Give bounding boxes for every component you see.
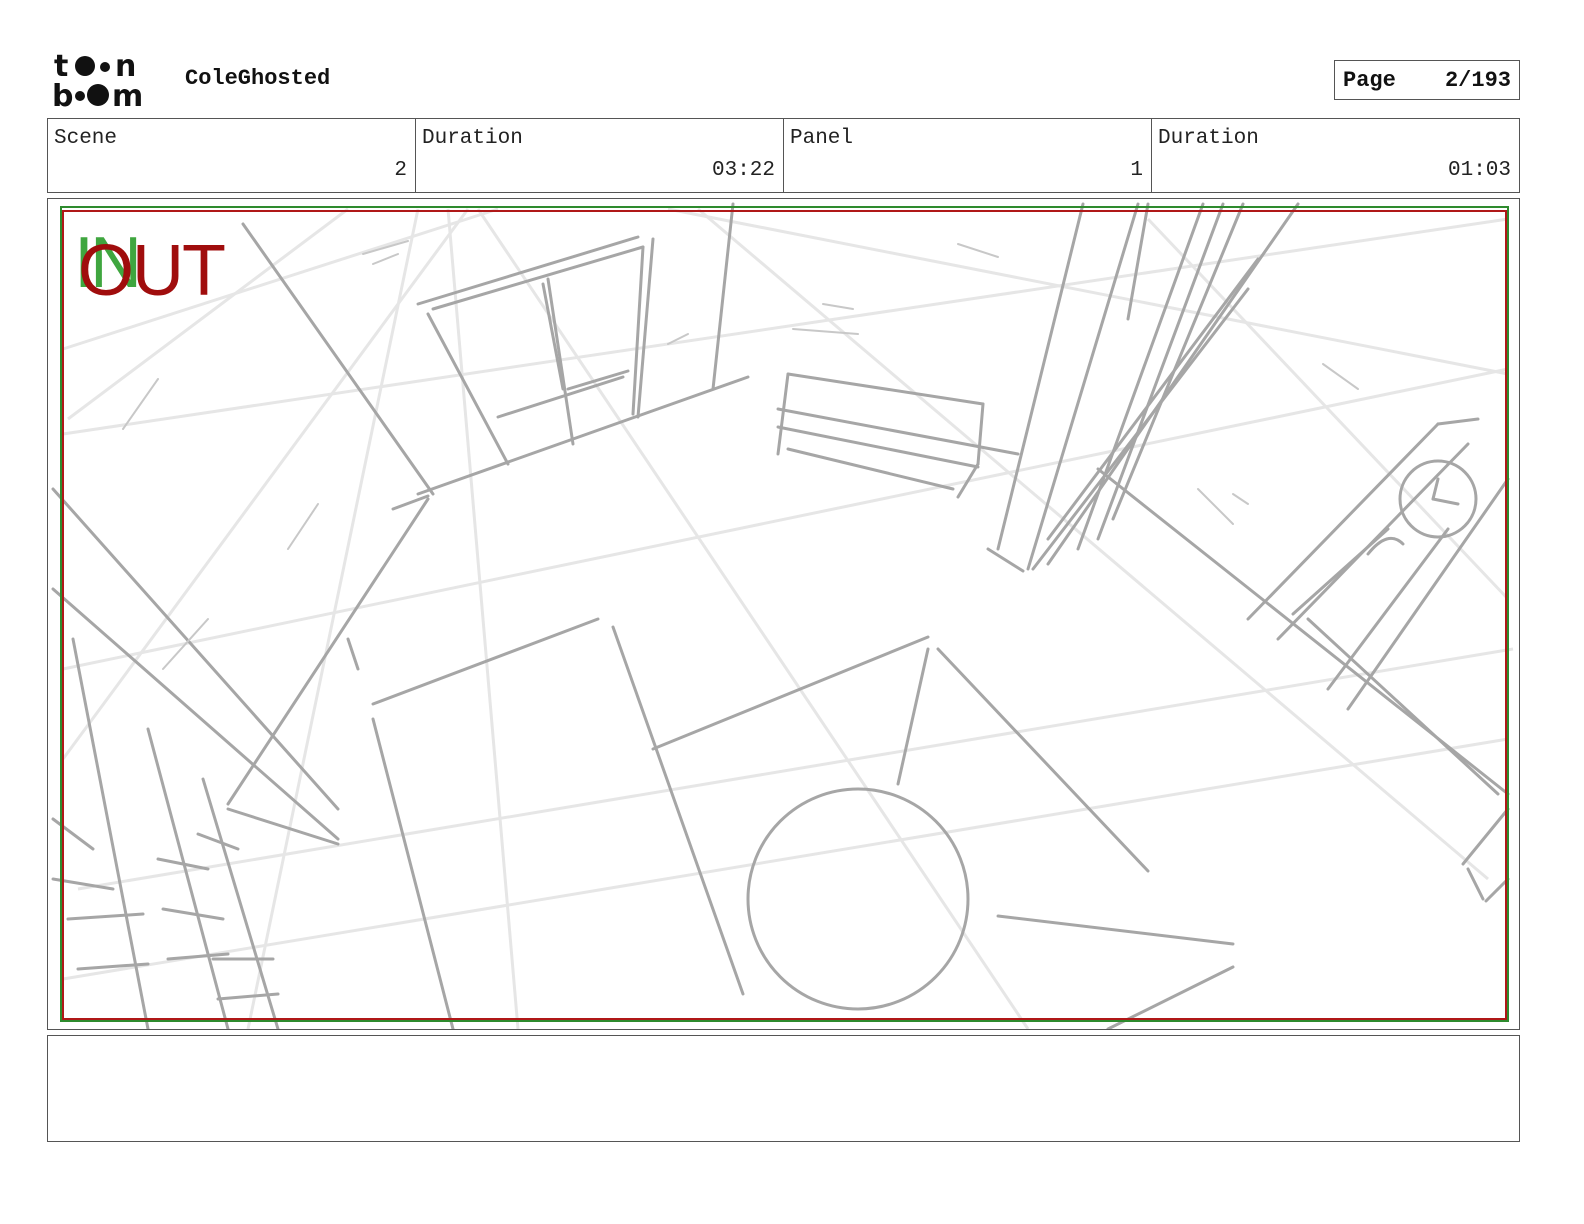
svg-text:m: m xyxy=(112,79,143,110)
panel-duration-cell: Duration 01:03 xyxy=(1152,119,1519,192)
toon-boom-logo: t n b m xyxy=(50,49,162,114)
scene-cell: Scene 2 xyxy=(48,119,416,192)
project-title: ColeGhosted xyxy=(185,66,331,91)
panel-sketch xyxy=(51,202,1514,1029)
scene-value: 2 xyxy=(394,159,407,182)
panel-cell: Panel 1 xyxy=(784,119,1152,192)
svg-text:b: b xyxy=(52,79,73,110)
page-indicator: Page 2/193 xyxy=(1334,60,1520,100)
panel-info-row: Scene 2 Duration 03:22 Panel 1 Duration … xyxy=(47,118,1520,193)
out-marker: OUT xyxy=(78,231,226,311)
scene-label: Scene xyxy=(54,127,118,150)
panel-value: 1 xyxy=(1130,159,1143,182)
page-number: 2/193 xyxy=(1444,67,1511,93)
page-label: Page xyxy=(1343,67,1396,93)
scene-duration-label: Duration xyxy=(422,127,523,150)
panel-label: Panel xyxy=(790,127,854,150)
storyboard-panel: IN OUT xyxy=(47,198,1520,1030)
panel-duration-label: Duration xyxy=(1158,127,1259,150)
sketch-details xyxy=(122,240,1359,670)
panel-notes-box[interactable] xyxy=(47,1035,1520,1142)
panel-duration-value: 01:03 xyxy=(1447,159,1511,182)
scene-duration-value: 03:22 xyxy=(711,159,775,182)
safe-frame-green xyxy=(60,206,1509,1022)
scene-duration-cell: Duration 03:22 xyxy=(416,119,784,192)
